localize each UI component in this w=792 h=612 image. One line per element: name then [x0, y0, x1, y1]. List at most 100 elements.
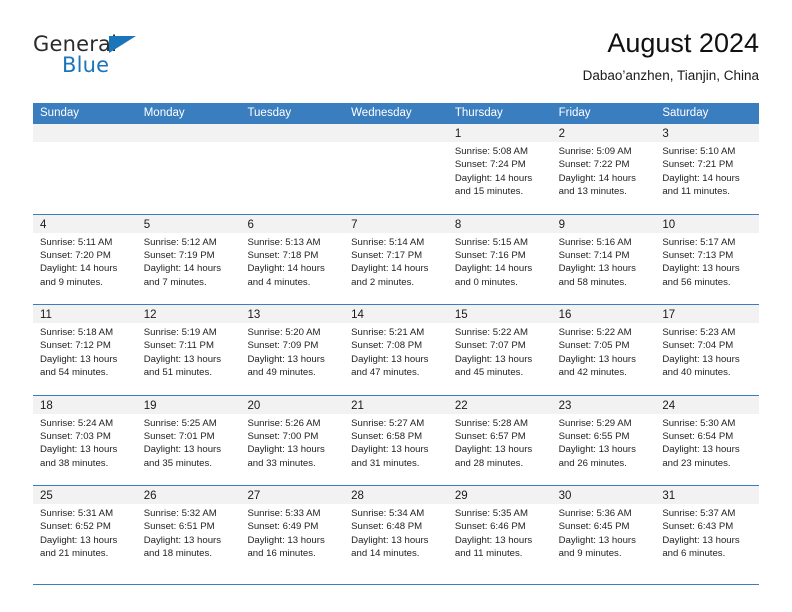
calendar-day-cell[interactable]: 7 Sunrise: 5:14 AM Sunset: 7:17 PM Daylight…	[344, 214, 448, 304]
calendar-day-cell[interactable]: 20 Sunrise: 5:26 AM Sunset: 7:00 PM Dayligh…	[240, 395, 345, 485]
calendar-day-cell[interactable]: 13 Sunrise: 5:20 AM Sunset: 7:09 PM Dayligh…	[240, 305, 345, 395]
day-detail-line: Sunrise: 5:20 AM	[247, 327, 321, 338]
day-details: Sunrise: 5:16 AM Sunset: 7:14 PM Daylight:…	[552, 233, 656, 290]
calendar-day-cell[interactable]: 8 Sunrise: 5:15 AM Sunset: 7:16 PM Daylight…	[447, 214, 552, 304]
day-number: 24	[662, 399, 676, 412]
day-detail-line: Sunrise: 5:08 AM	[454, 146, 528, 157]
day-number-band: 26	[136, 486, 241, 504]
calendar-day-cell[interactable]: 23 Sunrise: 5:29 AM Sunset: 6:55 PM Dayligh…	[551, 395, 656, 485]
day-detail-line: Daylight: 13 hours	[558, 353, 636, 365]
calendar-day-cell[interactable]: 19 Sunrise: 5:25 AM Sunset: 7:01 PM Dayligh…	[136, 395, 241, 485]
day-detail-line: Daylight: 13 hours	[558, 263, 636, 275]
day-number-band: 16	[551, 305, 656, 323]
day-detail-line: and 11 minutes.	[454, 548, 523, 560]
day-detail-line: Sunrise: 5:30 AM	[662, 417, 736, 429]
day-number: 26	[143, 490, 157, 502]
day-detail-line: Sunset: 7:11 PM	[143, 340, 214, 352]
day-detail-line: Daylight: 14 hours	[40, 263, 118, 275]
day-detail-line: and 54 minutes.	[40, 367, 109, 379]
day-details: Sunrise: 5:22 AM Sunset: 7:05 PM Daylight:…	[552, 323, 656, 380]
day-number: 20	[247, 399, 261, 412]
calendar-day-cell[interactable]: 3 Sunrise: 5:10 AM Sunset: 7:21 PM Daylight…	[655, 124, 760, 214]
day-details: Sunrise: 5:10 AM Sunset: 7:21 PM Daylight:…	[655, 142, 759, 199]
calendar-day-cell[interactable]: 25 Sunrise: 5:31 AM Sunset: 6:52 PM Dayligh…	[33, 486, 137, 576]
day-detail-line: Sunrise: 5:36 AM	[558, 508, 632, 519]
calendar-day-cell[interactable]: 2 Sunrise: 5:09 AM Sunset: 7:22 PM Daylight…	[551, 124, 656, 214]
day-detail-line: Sunset: 7:07 PM	[454, 340, 526, 352]
day-detail-line: Sunrise: 5:24 AM	[40, 417, 114, 429]
day-number-band: 1	[447, 124, 552, 142]
day-detail-line: and 42 minutes.	[558, 367, 627, 379]
calendar-day-cell[interactable]: 1 Sunrise: 5:08 AM Sunset: 7:24 PM Daylight…	[447, 124, 552, 214]
calendar-day-cell[interactable]: 26 Sunrise: 5:32 AM Sunset: 6:51 PM Dayligh…	[136, 486, 241, 576]
day-number-band: 2	[551, 124, 656, 142]
day-detail-line: Daylight: 14 hours	[662, 172, 740, 184]
day-detail-line: Sunrise: 5:25 AM	[143, 417, 217, 429]
day-details: Sunrise: 5:33 AM Sunset: 6:49 PM Daylight:…	[240, 504, 344, 561]
calendar-day-cell[interactable]: 27 Sunrise: 5:33 AM Sunset: 6:49 PM Dayligh…	[240, 486, 345, 576]
day-detail-line: and 33 minutes.	[247, 457, 316, 469]
calendar-day-cell[interactable]: 21 Sunrise: 5:27 AM Sunset: 6:58 PM Dayligh…	[344, 395, 448, 485]
day-detail-line: Daylight: 13 hours	[662, 534, 740, 546]
day-detail-line: and 49 minutes.	[247, 367, 316, 379]
day-detail-line: Daylight: 13 hours	[247, 353, 325, 365]
day-details: Sunrise: 5:28 AM Sunset: 6:57 PM Daylight:…	[448, 414, 552, 471]
day-detail-line: Daylight: 13 hours	[40, 444, 118, 456]
day-detail-line: Sunset: 7:09 PM	[247, 340, 319, 352]
day-detail-line: Sunset: 6:58 PM	[351, 430, 423, 442]
day-detail-line: Sunrise: 5:22 AM	[558, 327, 632, 338]
calendar-day-cell[interactable]: 10 Sunrise: 5:17 AM Sunset: 7:13 PM Dayligh…	[655, 214, 760, 304]
calendar-day-cell[interactable]: 15 Sunrise: 5:22 AM Sunset: 7:07 PM Dayligh…	[447, 305, 552, 395]
calendar-day-cell[interactable]: 31 Sunrise: 5:37 AM Sunset: 6:43 PM Dayligh…	[655, 486, 760, 576]
day-detail-line: Sunset: 7:08 PM	[351, 340, 423, 352]
calendar-day-cell[interactable]: 14 Sunrise: 5:21 AM Sunset: 7:08 PM Dayligh…	[344, 305, 448, 395]
day-number-band: 8	[447, 214, 552, 233]
calendar-day-cell[interactable]: 28 Sunrise: 5:34 AM Sunset: 6:48 PM Dayligh…	[344, 486, 448, 576]
calendar-day-cell[interactable]: 6 Sunrise: 5:13 AM Sunset: 7:18 PM Daylight…	[240, 214, 345, 304]
day-number-band	[33, 124, 137, 142]
calendar-day-cell[interactable]: 30 Sunrise: 5:36 AM Sunset: 6:45 PM Dayligh…	[551, 486, 656, 576]
day-detail-line: Sunset: 7:22 PM	[558, 159, 630, 171]
day-number: 8	[454, 218, 462, 231]
day-detail-line: Sunrise: 5:26 AM	[247, 417, 321, 429]
day-details: Sunrise: 5:20 AM Sunset: 7:09 PM Daylight:…	[240, 323, 344, 380]
calendar-day-cell[interactable]: 11 Sunrise: 5:18 AM Sunset: 7:12 PM Dayligh…	[33, 305, 137, 395]
calendar-day-cell[interactable]: 12 Sunrise: 5:19 AM Sunset: 7:11 PM Dayligh…	[136, 305, 241, 395]
day-detail-line: Sunset: 7:20 PM	[40, 249, 111, 261]
calendar-day-cell[interactable]: 4 Sunrise: 5:11 AM Sunset: 7:20 PM Daylight…	[33, 214, 137, 304]
day-detail-line: Sunrise: 5:23 AM	[662, 327, 736, 338]
day-number-band: 25	[33, 486, 137, 504]
calendar-day-cell[interactable]: 18 Sunrise: 5:24 AM Sunset: 7:03 PM Dayligh…	[33, 395, 137, 485]
calendar-day-cell[interactable]: 17 Sunrise: 5:23 AM Sunset: 7:04 PM Dayligh…	[655, 305, 760, 395]
weekday-header-thursday: Thursday	[454, 107, 503, 119]
day-detail-line: Daylight: 13 hours	[143, 444, 222, 456]
day-detail-line: Sunrise: 5:14 AM	[351, 236, 425, 248]
calendar-week-row: 25 Sunrise: 5:31 AM Sunset: 6:52 PM Dayligh…	[33, 485, 760, 576]
calendar-day-cell[interactable]: 29 Sunrise: 5:35 AM Sunset: 6:46 PM Dayligh…	[447, 486, 552, 576]
day-number-band: 13	[240, 305, 345, 323]
day-number-band: 7	[344, 214, 448, 233]
calendar-day-cell[interactable]: 22 Sunrise: 5:28 AM Sunset: 6:57 PM Dayligh…	[447, 395, 552, 485]
day-detail-line: Sunset: 7:16 PM	[454, 249, 526, 261]
generalblue-logo[interactable]: General Blue	[33, 32, 253, 88]
logo-text-blue: Blue	[62, 53, 110, 77]
day-detail-line: and 51 minutes.	[143, 367, 212, 379]
day-details	[33, 142, 137, 145]
day-number: 14	[351, 309, 364, 321]
day-detail-line: Sunset: 6:45 PM	[558, 521, 630, 533]
weekday-header-monday: Monday	[143, 107, 185, 119]
day-detail-line: and 2 minutes.	[351, 276, 415, 288]
day-detail-line: Sunset: 7:03 PM	[40, 430, 111, 442]
calendar-day-cell[interactable]: 16 Sunrise: 5:22 AM Sunset: 7:05 PM Dayligh…	[551, 305, 656, 395]
calendar-day-cell[interactable]: 24 Sunrise: 5:30 AM Sunset: 6:54 PM Dayligh…	[655, 395, 760, 485]
calendar-day-cell-empty	[136, 124, 241, 214]
calendar-week-row: 11 Sunrise: 5:18 AM Sunset: 7:12 PM Dayligh…	[33, 304, 760, 395]
day-number-band: 14	[344, 305, 448, 323]
day-number-band: 10	[655, 214, 760, 233]
day-detail-line: Sunrise: 5:18 AM	[40, 327, 114, 338]
calendar-day-cell[interactable]: 5 Sunrise: 5:12 AM Sunset: 7:19 PM Daylight…	[136, 214, 241, 304]
calendar-day-cell[interactable]: 9 Sunrise: 5:16 AM Sunset: 7:14 PM Daylight…	[551, 214, 656, 304]
day-detail-line: Sunset: 7:01 PM	[143, 430, 215, 442]
weekday-header-row: Sunday Monday Tuesday Wednesday Thursday…	[33, 103, 759, 124]
day-detail-line: Daylight: 14 hours	[454, 263, 533, 275]
